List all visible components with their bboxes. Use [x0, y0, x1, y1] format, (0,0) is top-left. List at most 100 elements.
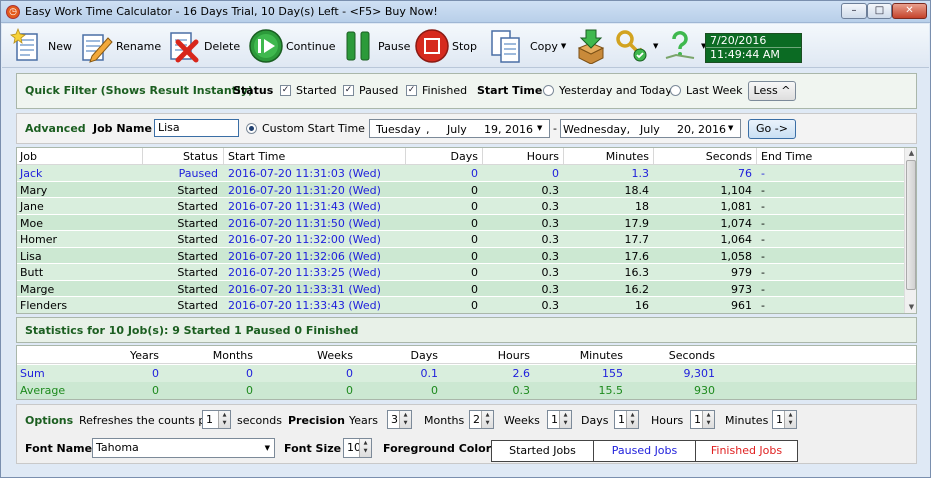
minutes-spin-arrows-icon[interactable]: ▲ ▼	[784, 411, 796, 428]
table-row[interactable]: Flenders Started 2016-07-20 11:33:43 (Wed)…	[17, 297, 904, 313]
copy-icon	[491, 30, 520, 63]
started-checkbox[interactable]: ✓	[280, 85, 291, 96]
font-size-spin-arrows-icon[interactable]: ▲ ▼	[359, 439, 371, 457]
font-size-stepper[interactable]: 10 ▲ ▼	[343, 438, 372, 458]
custom-start-time-radio[interactable]	[246, 123, 257, 134]
weeks-precision-stepper[interactable]: 1 ▲ ▼	[547, 410, 572, 429]
jobs-table-scrollbar[interactable]: ▲ ▼	[904, 148, 916, 313]
years-precision-stepper[interactable]: 3 ▲ ▼	[387, 410, 412, 429]
cell-job: Jane	[20, 200, 44, 213]
avg-weeks: 0	[346, 384, 353, 397]
months-spin-arrows-icon[interactable]: ▲ ▼	[481, 411, 493, 428]
weeks-spin-arrows-icon[interactable]: ▲ ▼	[559, 411, 571, 428]
pause-button[interactable]: Pause	[340, 26, 410, 66]
table-row[interactable]: Jack Paused 2016-07-20 11:31:03 (Wed) 0 0 1.3…	[17, 165, 904, 182]
cell-hours: 0.3	[541, 249, 560, 263]
import-box-icon	[577, 29, 605, 64]
keys-dropdown-caret-icon[interactable]: ▼	[653, 42, 658, 50]
scroll-down-icon[interactable]: ▼	[905, 302, 916, 313]
table-row[interactable]: Jane Started 2016-07-20 11:31:43 (Wed) 0 0.3…	[17, 198, 904, 215]
yesterday-today-label[interactable]: Yesterday and Today	[559, 84, 672, 97]
copy-dropdown-caret-icon[interactable]: ▼	[561, 42, 566, 50]
app-clock-icon[interactable]: ◷	[6, 5, 20, 19]
finished-checkbox-label[interactable]: Finished	[422, 84, 467, 97]
rename-button[interactable]: Rename	[78, 26, 161, 66]
maximize-button[interactable]: □	[867, 3, 892, 19]
cell-minutes: 16.3	[624, 266, 650, 279]
import-button[interactable]	[573, 26, 609, 66]
license-keys-button[interactable]: ▼	[614, 26, 658, 66]
weeks-value: 1	[551, 413, 558, 426]
paused-jobs-color-button[interactable]: Paused Jobs	[593, 440, 696, 462]
months-precision-stepper[interactable]: 2 ▲ ▼	[469, 410, 494, 429]
avg-years: 0	[152, 384, 159, 397]
font-name-value: Tahoma	[96, 441, 139, 454]
job-name-input[interactable]: Lisa	[154, 119, 239, 137]
years-spin-arrows-icon[interactable]: ▲ ▼	[399, 411, 411, 428]
table-row[interactable]: Butt Started 2016-07-20 11:33:25 (Wed) 0 0.3…	[17, 264, 904, 281]
paused-checkbox[interactable]: ✓	[343, 85, 354, 96]
col-status[interactable]: Status	[143, 150, 218, 163]
paused-checkbox-label[interactable]: Paused	[359, 84, 398, 97]
table-row[interactable]: Mary Started 2016-07-20 11:31:20 (Wed) 0 0.3…	[17, 181, 904, 198]
from-date-dropdown-icon[interactable]: ▼	[537, 124, 542, 132]
delete-button[interactable]: Delete	[166, 26, 240, 66]
days-precision-stepper[interactable]: 1 ▲ ▼	[614, 410, 639, 429]
yesterday-today-radio[interactable]	[543, 85, 554, 96]
refresh-label: Refreshes the counts per	[79, 414, 217, 427]
hours-spin-arrows-icon[interactable]: ▲ ▼	[702, 411, 714, 428]
col-start-time[interactable]: Start Time	[228, 150, 285, 163]
minutes-precision-stepper[interactable]: 1 ▲ ▼	[772, 410, 797, 429]
continue-button[interactable]: Continue	[248, 26, 335, 66]
stop-button[interactable]: Stop	[414, 26, 477, 66]
last-week-label[interactable]: Last Week	[686, 84, 743, 97]
col-job[interactable]: Job	[20, 150, 37, 163]
cell-end-time: -	[761, 167, 765, 180]
close-button[interactable]: ✕	[892, 3, 927, 19]
minutes-label: Minutes	[725, 414, 769, 427]
jobs-table: Job Status Start Time Days Hours Minutes…	[16, 147, 917, 314]
col-minutes[interactable]: Minutes	[565, 150, 649, 163]
go-button[interactable]: Go ->	[748, 119, 796, 139]
started-jobs-color-button[interactable]: Started Jobs	[491, 440, 594, 462]
table-row[interactable]: Moe Started 2016-07-20 11:31:50 (Wed) 0 0.3 1…	[17, 214, 904, 231]
from-date-picker[interactable]: Tuesday , July 19, 2016 ▼	[369, 119, 550, 138]
refresh-spin-arrows-icon[interactable]: ▲ ▼	[218, 411, 230, 428]
table-row[interactable]: Lisa Started 2016-07-20 11:32:06 (Wed) 0 0.3…	[17, 247, 904, 264]
custom-start-time-label[interactable]: Custom Start Time	[262, 122, 365, 135]
minimize-button[interactable]: –	[841, 3, 867, 19]
cell-minutes: 16	[635, 299, 649, 312]
scroll-up-icon[interactable]: ▲	[905, 148, 916, 159]
started-checkbox-label[interactable]: Started	[296, 84, 337, 97]
col-days[interactable]: Days	[407, 150, 478, 163]
scroll-thumb[interactable]	[906, 160, 916, 290]
finished-checkbox[interactable]: ✓	[406, 85, 417, 96]
less-button[interactable]: Less ^	[748, 81, 796, 101]
cell-days: 0	[471, 282, 478, 296]
col-end-time[interactable]: End Time	[761, 150, 812, 163]
copy-button[interactable]: Copy ▼	[488, 26, 566, 66]
col-hours[interactable]: Hours	[484, 150, 559, 163]
refresh-interval-stepper[interactable]: 1 ▲ ▼	[202, 410, 231, 429]
cell-status: Started	[177, 282, 218, 296]
table-row[interactable]: Marge Started 2016-07-20 11:33:31 (Wed) 0 0.…	[17, 280, 904, 297]
rename-pencil-icon	[82, 34, 113, 63]
title-bar[interactable]: ◷ Easy Work Time Calculator - 16 Days Tr…	[1, 1, 930, 23]
table-row[interactable]: Homer Started 2016-07-20 11:32:00 (Wed) 0 0.…	[17, 231, 904, 248]
average-row: Average 0 0 0 0 0.3 15.5 930	[17, 382, 916, 399]
days-spin-arrows-icon[interactable]: ▲ ▼	[626, 411, 638, 428]
font-name-label: Font Name	[25, 442, 93, 455]
finished-jobs-color-button[interactable]: Finished Jobs	[695, 440, 798, 462]
font-name-dropdown-icon[interactable]: ▼	[265, 439, 270, 457]
new-button[interactable]: New	[10, 26, 72, 66]
cell-minutes: 16.2	[624, 282, 650, 296]
last-week-radio[interactable]	[670, 85, 681, 96]
advanced-filter-panel: Advanced Job Name Lisa Custom Start Time…	[16, 113, 917, 144]
hours-precision-stepper[interactable]: 1 ▲ ▼	[690, 410, 715, 429]
to-date-picker[interactable]: Wednesday, July 20, 2016 ▼	[560, 119, 741, 138]
to-date-dropdown-icon[interactable]: ▼	[728, 124, 733, 132]
help-button[interactable]: ▼	[662, 26, 706, 66]
avg-seconds: 930	[694, 384, 715, 397]
col-seconds[interactable]: Seconds	[655, 150, 752, 163]
font-name-select[interactable]: Tahoma ▼	[92, 438, 275, 458]
